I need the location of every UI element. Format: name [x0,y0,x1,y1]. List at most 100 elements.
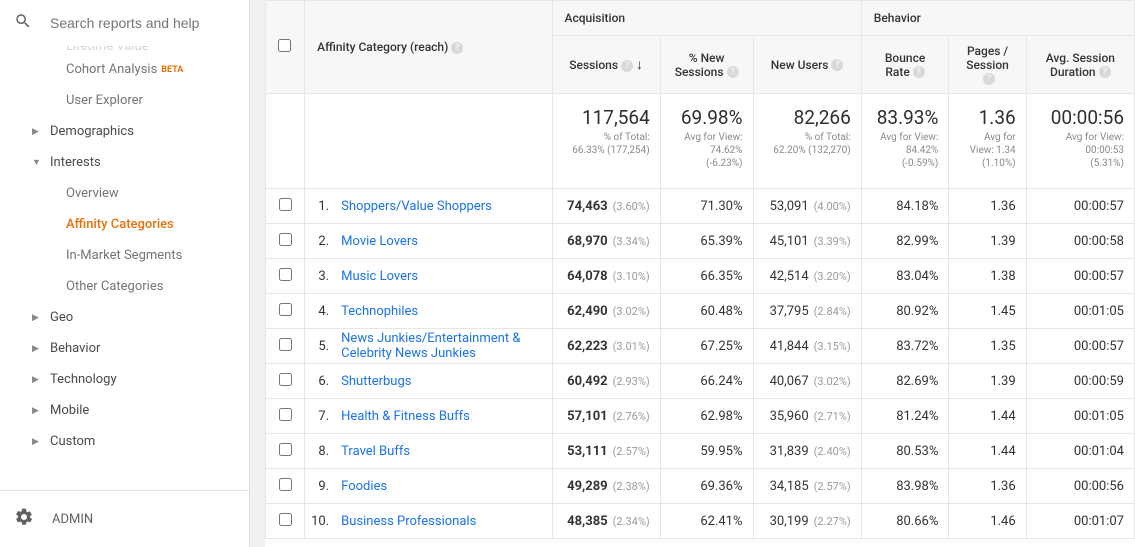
category-link[interactable]: Shutterbugs [335,374,551,389]
table-row: 2.Movie Lovers68,970(3.34%)65.39%45,101(… [266,224,1135,259]
nav-item-mobile[interactable]: ▶Mobile [0,395,249,426]
table-row: 9.Foodies49,289(2.38%)69.36%34,185(2.57%… [266,469,1135,504]
nav-item-lifetime-value[interactable]: Lifetime Value [0,46,249,54]
col-pages[interactable]: Pages / Session? [949,36,1026,94]
new-sessions-value: 60.48% [660,294,753,329]
nav-item-technology[interactable]: ▶Technology [0,364,249,395]
duration-value: 00:00:59 [1026,364,1134,399]
help-icon[interactable]: ? [451,42,463,54]
nav-item-behavior[interactable]: ▶Behavior [0,333,249,364]
row-rank: 8. [305,444,329,459]
row-checkbox[interactable] [279,373,292,386]
row-checkbox[interactable] [279,478,292,491]
row-checkbox[interactable] [279,408,292,421]
nav-item-cohort-analysis[interactable]: Cohort AnalysisBETA [0,54,249,85]
nav-item-demographics[interactable]: ▶Demographics [0,116,249,147]
row-checkbox[interactable] [279,513,292,526]
sessions-value: 68,970 [567,234,608,249]
group-behavior: Behavior [861,1,1134,36]
pages-value: 1.44 [949,399,1026,434]
beta-badge: BETA [161,65,183,75]
nav-item-geo[interactable]: ▶Geo [0,302,249,333]
search-icon[interactable] [14,12,32,34]
row-rank: 3. [305,269,329,284]
table-row: 1.Shoppers/Value Shoppers74,463(3.60%)71… [266,189,1135,224]
sessions-value: 62,490 [567,304,608,319]
nav-item-other-categories[interactable]: Other Categories [0,271,249,302]
col-duration[interactable]: Avg. Session Duration? [1026,36,1134,94]
duration-value: 00:00:58 [1026,224,1134,259]
new-users-pct: (2.57%) [814,480,851,493]
row-checkbox[interactable] [279,198,292,211]
new-users-pct: (2.71%) [814,410,851,423]
category-link[interactable]: Travel Buffs [335,444,551,459]
category-link[interactable]: Health & Fitness Buffs [335,409,551,424]
row-rank: 9. [305,479,329,494]
new-users-pct: (3.15%) [814,340,851,353]
nav-item-affinity-categories[interactable]: Affinity Categories [0,209,249,240]
nav-item-custom[interactable]: ▶Custom [0,426,249,457]
col-bounce[interactable]: Bounce Rate? [861,36,949,94]
duration-value: 00:01:05 [1026,399,1134,434]
category-link[interactable]: News Junkies/Entertainment & Celebrity N… [335,331,551,361]
row-rank: 2. [305,234,329,249]
help-icon[interactable]: ? [831,59,843,71]
row-checkbox[interactable] [279,338,292,351]
category-link[interactable]: Technophiles [335,304,551,319]
admin-link[interactable]: ADMIN [0,490,249,547]
category-link[interactable]: Music Lovers [335,269,551,284]
bounce-value: 80.66% [861,504,949,539]
row-checkbox[interactable] [279,303,292,316]
nav-item-overview[interactable]: Overview [0,178,249,209]
bounce-value: 82.69% [861,364,949,399]
main-content: Affinity Category (reach)? Acquisition B… [250,0,1135,547]
new-sessions-value: 71.30% [660,189,753,224]
help-icon[interactable]: ? [1099,66,1111,78]
summary-row: 117,564% of Total:66.33% (177,254) 69.98… [266,94,1135,189]
category-link[interactable]: Shoppers/Value Shoppers [335,199,551,214]
category-link[interactable]: Business Professionals [335,514,551,529]
col-new-sessions[interactable]: % New Sessions? [660,36,753,94]
sessions-value: 64,078 [567,269,608,284]
sidebar: Lifetime ValueCohort AnalysisBETAUser Ex… [0,0,250,547]
help-icon[interactable]: ? [727,66,739,78]
category-link[interactable]: Movie Lovers [335,234,551,249]
bounce-value: 80.53% [861,434,949,469]
help-icon[interactable]: ? [913,66,925,78]
new-users-value: 30,199 [770,514,809,529]
sessions-pct: (2.38%) [613,480,650,493]
nav-label: Technology [50,372,117,387]
new-users-value: 34,185 [770,479,809,494]
row-checkbox[interactable] [279,268,292,281]
new-users-value: 37,795 [770,304,809,319]
pages-value: 1.46 [949,504,1026,539]
col-new-users[interactable]: New Users? [753,36,861,94]
nav-label: Custom [50,434,95,449]
row-checkbox[interactable] [279,233,292,246]
nav-label: Lifetime Value [66,46,149,54]
nav-label: Mobile [50,403,89,418]
nav-label: In-Market Segments [66,248,182,263]
sessions-value: 74,463 [567,199,608,214]
select-all-checkbox[interactable] [278,39,291,52]
sessions-pct: (2.34%) [613,515,650,528]
bounce-value: 83.72% [861,329,949,364]
help-icon[interactable]: ? [621,60,633,72]
bounce-value: 80.92% [861,294,949,329]
row-checkbox[interactable] [279,443,292,456]
help-icon[interactable]: ? [983,73,995,85]
col-sessions[interactable]: Sessions?↓ [552,36,660,94]
new-sessions-value: 66.24% [660,364,753,399]
category-link[interactable]: Foodies [335,479,551,494]
sort-down-icon: ↓ [636,57,643,73]
nav-item-user-explorer[interactable]: User Explorer [0,85,249,116]
pages-value: 1.36 [949,469,1026,504]
new-users-pct: (4.00%) [814,200,851,213]
nav-item-interests[interactable]: ▼Interests [0,147,249,178]
new-users-value: 40,067 [770,374,809,389]
dimension-header[interactable]: Affinity Category (reach)? [305,1,552,94]
nav-item-in-market-segments[interactable]: In-Market Segments [0,240,249,271]
search-input[interactable] [50,15,235,31]
sessions-value: 49,289 [567,479,608,494]
sessions-value: 62,223 [567,339,608,354]
